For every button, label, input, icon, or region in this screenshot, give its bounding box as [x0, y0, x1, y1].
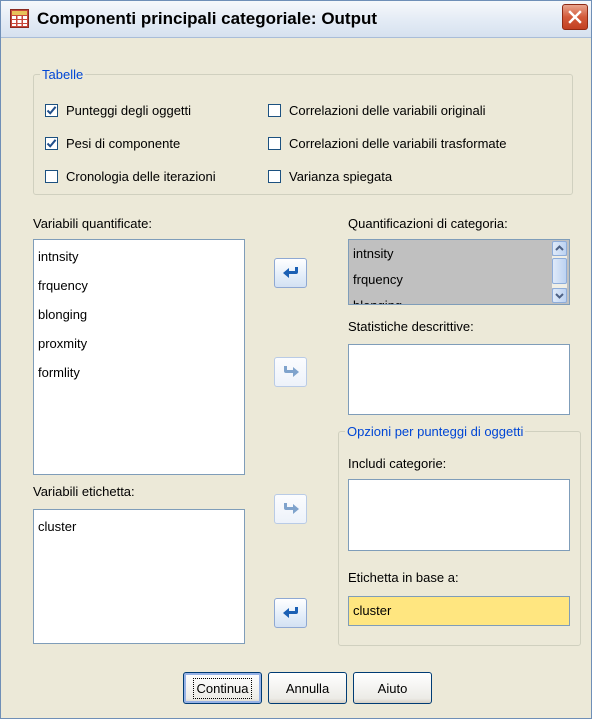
label-variables-list[interactable]: cluster — [33, 509, 245, 644]
help-button[interactable]: Aiuto — [353, 672, 432, 704]
checkbox-box[interactable] — [268, 103, 281, 117]
checkbox-box[interactable] — [45, 103, 58, 117]
checkbox-object-scores[interactable]: Punteggi degli oggetti — [45, 101, 191, 119]
checkbox-component-loadings[interactable]: Pesi di componente — [45, 134, 180, 152]
quantified-variables-list[interactable]: intnsity frquency blonging proxmity form… — [33, 239, 245, 475]
scroll-up-button[interactable] — [552, 241, 567, 256]
checkmark-icon — [46, 105, 57, 115]
checkbox-box[interactable] — [45, 169, 58, 183]
checkbox-label: Pesi di componente — [66, 135, 181, 151]
checkbox-label: Correlazioni delle variabili trasformate — [289, 135, 507, 151]
title-bar[interactable]: Componenti principali categoriale: Outpu… — [1, 1, 591, 38]
label-by-label: Etichetta in base a: — [348, 570, 459, 585]
window-title: Componenti principali categoriale: Outpu… — [37, 9, 378, 28]
label-variables-label: Variabili etichetta: — [33, 484, 135, 499]
list-item[interactable]: intnsity — [34, 244, 244, 273]
checkbox-transformed-correlations[interactable]: Correlazioni delle variabili trasformate — [268, 134, 506, 152]
checkbox-label: Correlazioni delle variabili originali — [289, 102, 486, 118]
list-item[interactable]: frquency — [34, 273, 244, 302]
dialog-body: Tabelle Punteggi degli oggetti Pesi di c… — [1, 38, 591, 718]
checkbox-label: Punteggi degli oggetti — [66, 102, 192, 118]
checkbox-box[interactable] — [45, 136, 58, 150]
arrow-right-icon — [283, 503, 299, 514]
checkbox-variance-accounted[interactable]: Varianza spiegata — [268, 167, 392, 185]
quantified-variables-label: Variabili quantificate: — [33, 216, 152, 231]
checkbox-iteration-history[interactable]: Cronologia delle iterazioni — [45, 167, 216, 185]
checkbox-original-correlations[interactable]: Correlazioni delle variabili originali — [268, 101, 486, 119]
category-quantifications-label: Quantificazioni di categoria: — [348, 216, 508, 231]
list-item[interactable]: blonging — [349, 295, 569, 304]
close-button[interactable] — [562, 4, 588, 30]
vertical-scrollbar[interactable] — [551, 241, 568, 303]
checkmark-icon — [46, 138, 57, 148]
checkbox-label: Varianza spiegata — [289, 168, 393, 184]
list-item[interactable]: formlity — [34, 360, 244, 389]
list-item[interactable]: frquency — [349, 269, 569, 295]
checkbox-box[interactable] — [268, 136, 281, 150]
continue-button[interactable]: Continua — [183, 672, 262, 704]
label-by-value[interactable]: cluster — [349, 597, 569, 625]
continue-button-label: Continua — [193, 677, 252, 699]
close-icon — [568, 10, 582, 24]
help-button-label: Aiuto — [377, 680, 408, 696]
descriptive-statistics-label: Statistiche descrittive: — [348, 319, 474, 334]
cancel-button-label: Annulla — [285, 680, 330, 696]
arrow-right-icon — [283, 366, 299, 377]
include-categories-list[interactable] — [348, 479, 570, 551]
list-item[interactable]: cluster — [34, 514, 244, 543]
label-by-field[interactable]: cluster — [348, 596, 570, 626]
arrow-left-icon — [282, 607, 298, 618]
descriptive-statistics-list[interactable] — [348, 344, 570, 415]
dialog-window: Componenti principali categoriale: Outpu… — [0, 0, 592, 719]
arrow-left-icon — [282, 267, 298, 278]
include-categories-label: Includi categorie: — [348, 456, 447, 471]
cancel-button[interactable]: Annulla — [268, 672, 347, 704]
move-to-label-by-button[interactable] — [274, 598, 307, 628]
checkbox-label: Cronologia delle iterazioni — [66, 168, 216, 184]
checkbox-box[interactable] — [268, 169, 281, 183]
scroll-thumb[interactable] — [552, 258, 567, 284]
move-to-descriptive-statistics-button[interactable] — [274, 357, 307, 387]
object-score-options-legend: Opzioni per punteggi di oggetti — [347, 424, 524, 439]
category-quantifications-list[interactable]: intnsity frquency blonging — [348, 239, 570, 305]
chevron-down-icon — [555, 293, 564, 299]
move-to-category-quantifications-button[interactable] — [274, 258, 307, 288]
chevron-up-icon — [555, 245, 564, 251]
list-item[interactable]: blonging — [34, 302, 244, 331]
move-to-include-categories-button[interactable] — [274, 494, 307, 524]
scroll-down-button[interactable] — [552, 288, 567, 303]
list-item[interactable]: proxmity — [34, 331, 244, 360]
list-item[interactable]: intnsity — [349, 243, 569, 269]
tables-group-legend: Tabelle — [42, 67, 84, 82]
table-grid-icon — [10, 9, 29, 28]
